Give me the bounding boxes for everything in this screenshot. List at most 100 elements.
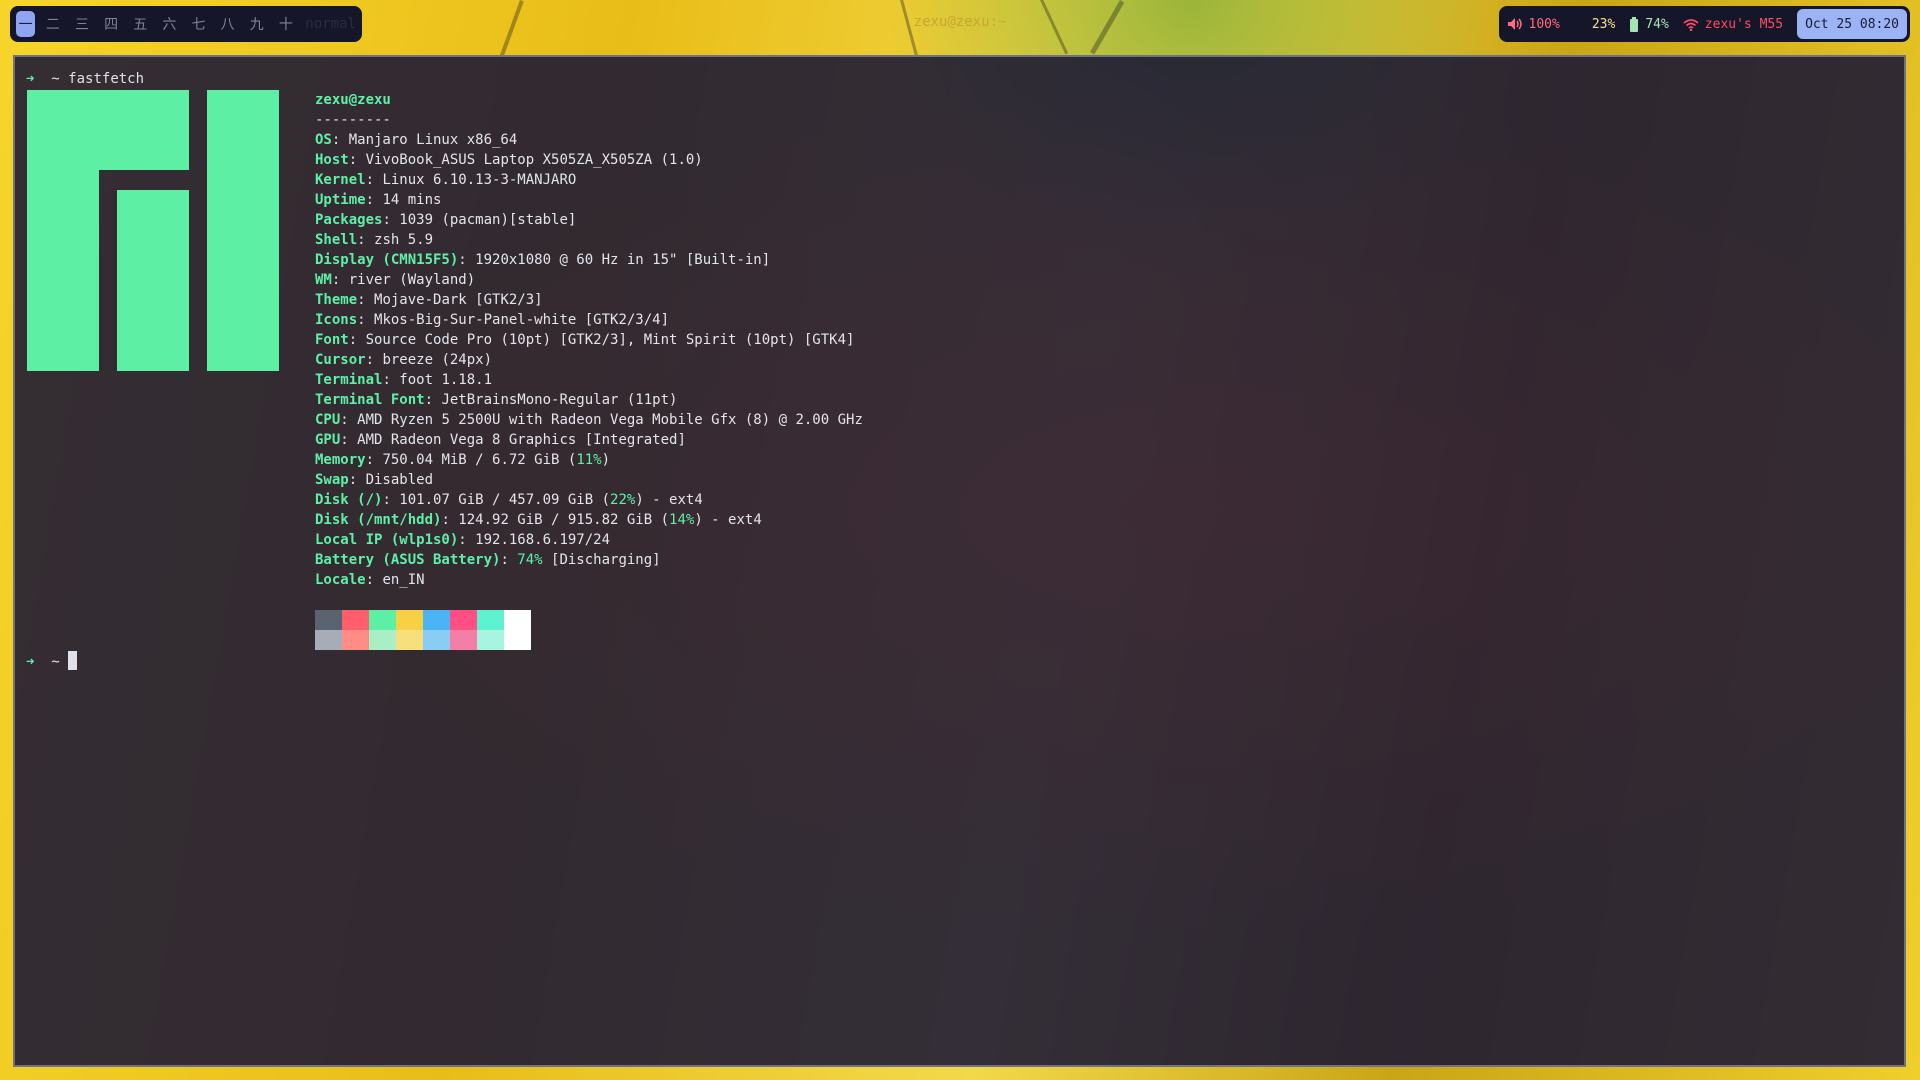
palette-swatch [504,610,531,630]
info-key: CPU [315,412,341,428]
palette-swatch [396,610,423,630]
palette-swatch [477,630,504,650]
manjaro-logo [27,90,281,373]
workspace-tag-1[interactable]: 一 [16,11,36,37]
info-value: 1920x1080 @ 60 Hz in 15" [Built-in] [475,252,771,268]
palette-swatch [450,630,477,650]
info-value: Linux 6.10.13-3-MANJARO [382,172,577,188]
palette-swatch [477,610,504,630]
info-key: Terminal Font [315,392,425,408]
info-row: Cursor: breeze (24px) [315,352,493,368]
info-tail: [Discharging] [542,552,661,568]
info-value: 124.92 GiB / 915.82 GiB ( [458,512,670,528]
workspace-tag-7[interactable]: 七 [187,11,210,37]
palette-swatch [315,630,342,650]
info-row: OS: Manjaro Linux x86_64 [315,132,518,148]
workspace-tag-9[interactable]: 九 [245,11,268,37]
info-row: Memory: 750.04 MiB / 6.72 GiB (11%) [315,452,611,468]
palette-swatch [450,610,477,630]
workspace-tag-2[interactable]: 二 [41,11,64,37]
command-line: ➜ ~ fastfetch [26,69,144,89]
info-key: Icons [315,312,358,328]
info-key: Memory [315,452,366,468]
battery-indicator[interactable]: 74% [1629,16,1669,32]
info-tail: ) [601,452,611,468]
info-value: 14 mins [382,192,442,208]
palette-swatch [342,630,369,650]
info-row: Packages: 1039 (pacman)[stable] [315,212,577,228]
info-row: Host: VivoBook_ASUS Laptop X505ZA_X505ZA… [315,152,703,168]
palette-swatch [423,610,450,630]
info-row: GPU: AMD Radeon Vega 8 Graphics [Integra… [315,432,686,448]
info-key: Packages [315,212,383,228]
info-key: WM [315,272,332,288]
text-cursor [68,651,78,670]
info-percent: 22% [610,492,636,508]
info-key: Swap [315,472,349,488]
info-key: Disk (/mnt/hdd) [315,512,442,528]
info-value: Manjaro Linux x86_64 [348,132,518,148]
wifi-network: zexu's M55 [1704,16,1784,32]
wifi-icon [1683,18,1699,31]
info-key: Font [315,332,349,348]
info-row: Local IP (wlp1s0): 192.168.6.197/24 [315,532,611,548]
info-row: Display (CMN15F5): 1920x1080 @ 60 Hz in … [315,252,771,268]
info-row: Battery (ASUS Battery): 74% [Discharging… [315,552,661,568]
info-value: Mojave-Dark [GTK2/3] [374,292,543,308]
terminal-window[interactable]: ➜ ~ fastfetch zexu@zexu --------- OS: Ma… [13,55,1906,1067]
workspace-tag-5[interactable]: 五 [129,11,152,37]
info-row: Swap: Disabled [315,472,434,488]
info-value: 192.168.6.197/24 [475,532,611,548]
info-row: Uptime: 14 mins [315,192,442,208]
info-value: Source Code Pro (10pt) [GTK2/3], Mint Sp… [365,332,855,348]
info-key: GPU [315,432,341,448]
workspace-tag-4[interactable]: 四 [100,11,123,37]
info-value: 750.04 MiB / 6.72 GiB ( [382,452,577,468]
info-key: Local IP (wlp1s0) [315,532,459,548]
info-value: en_IN [382,572,425,588]
info-key: Theme [315,292,358,308]
terminal-background [15,57,1904,1065]
palette-swatch [369,610,396,630]
info-key: Terminal [315,372,383,388]
user-host: zexu@zexu [315,92,391,108]
workspace-bar: 一二三四五六七八九十 normal [10,6,362,42]
info-value: AMD Ryzen 5 2500U with Radeon Vega Mobil… [357,412,863,428]
volume-indicator[interactable]: 100% [1507,17,1560,32]
info-value: AMD Radeon Vega 8 Graphics [Integrated] [357,432,686,448]
volume-value: 100% [1528,16,1560,32]
info-percent: 74% [517,552,543,568]
info-value: 1039 (pacman)[stable] [399,212,577,228]
mode-label: normal [305,16,356,32]
info-key: Display (CMN15F5) [315,252,459,268]
palette-swatch [342,610,369,630]
workspace-tag-8[interactable]: 八 [216,11,239,37]
battery-icon [1630,16,1639,32]
workspace-tag-6[interactable]: 六 [158,11,181,37]
active-prompt[interactable]: ➜ ~ [26,651,78,672]
palette-swatch [315,610,342,630]
info-row: Terminal: foot 1.18.1 [315,372,493,388]
battery-value: 74% [1645,16,1669,32]
info-value: Mkos-Big-Sur-Panel-white [GTK2/3/4] [374,312,670,328]
info-value: river (Wayland) [348,272,476,288]
info-key: OS [315,132,332,148]
info-value: foot 1.18.1 [399,372,493,388]
info-key: Host [315,152,349,168]
info-row: CPU: AMD Ryzen 5 2500U with Radeon Vega … [315,412,863,428]
palette-swatch [504,630,531,650]
info-value: JetBrainsMono-Regular (11pt) [441,392,678,408]
brightness-indicator[interactable]: 23% [1574,17,1615,32]
info-row: Kernel: Linux 6.10.13-3-MANJARO [315,172,577,188]
command-text: fastfetch [68,71,145,87]
info-value: 101.07 GiB / 457.09 GiB ( [399,492,611,508]
clock[interactable]: Oct 25 08:20 [1797,9,1907,39]
palette-swatch [396,630,423,650]
workspace-tag-10[interactable]: 十 [274,11,297,37]
wifi-indicator[interactable]: zexu's M55 [1683,17,1783,32]
workspace-tag-3[interactable]: 三 [70,11,93,37]
info-row: WM: river (Wayland) [315,272,476,288]
info-row: Shell: zsh 5.9 [315,232,434,248]
info-row: Icons: Mkos-Big-Sur-Panel-white [GTK2/3/… [315,312,670,328]
info-row: Terminal Font: JetBrainsMono-Regular (11… [315,392,678,408]
